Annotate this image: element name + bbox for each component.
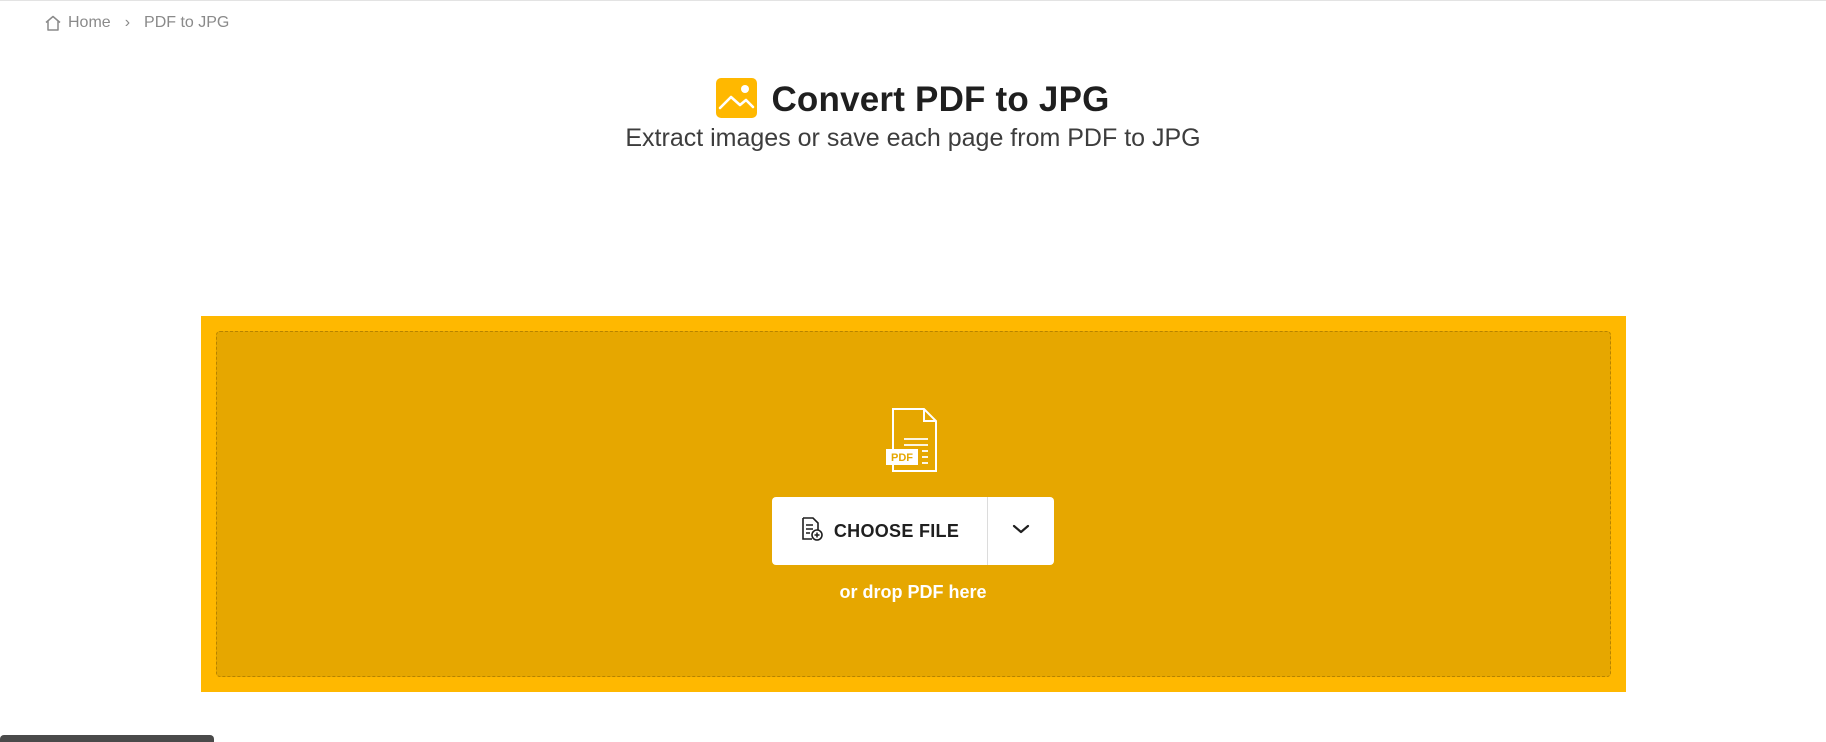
breadcrumb-home-link[interactable]: Home	[68, 14, 111, 32]
top-divider	[0, 0, 1826, 1]
page: Home › PDF to JPG Convert PDF to JPG Ext…	[0, 0, 1826, 742]
breadcrumb: Home › PDF to JPG	[44, 14, 229, 32]
choose-file-group: CHOOSE FILE	[772, 497, 1054, 565]
pdf-file-icon: PDF	[885, 407, 942, 480]
chevron-down-icon	[1012, 522, 1030, 540]
choose-file-dropdown-button[interactable]	[988, 497, 1054, 565]
pdf-badge-text: PDF	[891, 452, 913, 464]
choose-file-label: CHOOSE FILE	[833, 520, 960, 541]
image-icon	[716, 77, 758, 123]
add-file-icon	[800, 516, 824, 547]
title-row: Convert PDF to JPG	[716, 77, 1110, 123]
choose-file-button[interactable]: CHOOSE FILE	[772, 497, 988, 565]
breadcrumb-current-link[interactable]: PDF to JPG	[144, 14, 229, 32]
breadcrumb-separator: ›	[124, 14, 131, 31]
page-title: Convert PDF to JPG	[771, 80, 1110, 119]
drop-hint: or drop PDF here	[839, 582, 987, 602]
page-subtitle: Extract images or save each page from PD…	[625, 124, 1201, 152]
hero: Convert PDF to JPG Extract images or sav…	[0, 77, 1826, 153]
home-icon[interactable]	[44, 14, 62, 32]
bottom-tab[interactable]	[0, 735, 214, 742]
